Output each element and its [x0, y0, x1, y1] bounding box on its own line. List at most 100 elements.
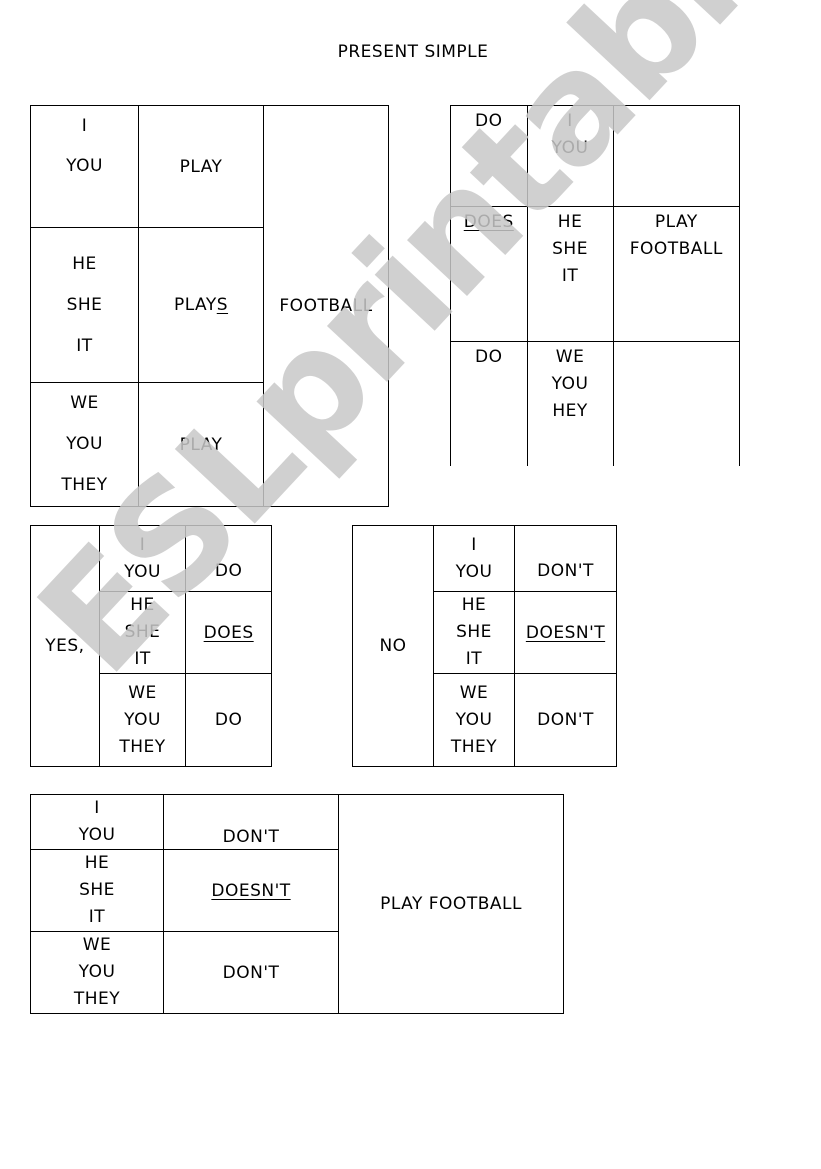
subject: HE [130, 595, 155, 615]
subject: THEY [119, 736, 166, 757]
aux-cell: DO [185, 525, 272, 592]
answer: NO [379, 636, 407, 656]
aux-cell: DON'T [163, 931, 339, 1014]
subject: HE [461, 595, 487, 615]
aux-cell: DO [450, 341, 528, 466]
aux-cell: DOESN'T [514, 591, 617, 674]
rest-cell: PLAY FOOTBALL [338, 794, 564, 1014]
subject: WE [82, 935, 112, 955]
question-table: DO I YOU DOES HE SHE IT PLAY FOOTBALL DO… [450, 105, 741, 466]
subjects-cell: HE SHE IT [433, 591, 515, 674]
verb-cell: PLAY [138, 382, 264, 507]
aux: DO [214, 561, 243, 581]
aux-cell: DOESN'T [163, 849, 339, 932]
aux-cell: DON'T [514, 673, 617, 767]
subjects-cell: I YOU [30, 105, 139, 228]
subjects-cell: WE YOU THEY [433, 673, 515, 767]
subject: I [471, 534, 477, 555]
subject: YOU [66, 156, 103, 176]
verb: PLAY [179, 434, 223, 455]
subjects-cell: HE SHE IT [98, 591, 187, 674]
subjects-cell: WE YOU HEY [526, 341, 614, 466]
aux-cell: DON'T [514, 525, 617, 592]
answer-cell: YES, [30, 525, 100, 767]
subjects-cell: HE SHE IT [30, 227, 139, 383]
aux: DOESN'T [525, 622, 606, 643]
aux: DOES [463, 212, 514, 232]
subject: HE [557, 212, 583, 232]
aux-cell: DO [450, 105, 528, 207]
subjects-cell: I YOU [433, 525, 515, 592]
verb: PLAY [179, 156, 223, 177]
aux: DOESN'T [211, 880, 291, 901]
subjects-cell: WE YOU THEY [30, 931, 164, 1014]
page-title: PRESENT SIMPLE [337, 42, 489, 62]
subjects-cell: I YOU [526, 105, 614, 207]
short-answer-yes-table: YES, I YOU DO HE SHE IT DOES WE YOU THEY… [30, 525, 272, 767]
subject: THEY [61, 475, 108, 495]
subjects-cell: I YOU [30, 794, 164, 850]
subject: SHE [79, 880, 115, 900]
subject: YOU [78, 962, 116, 982]
negative-table: I YOU DON'T PLAY FOOTBALL HE SHE IT DOES… [30, 794, 564, 1014]
subject: I [567, 111, 573, 131]
object-cell: FOOTBALL [263, 105, 389, 507]
subject: IT [88, 907, 106, 927]
subject: WE [70, 393, 99, 413]
subject: WE [459, 682, 489, 703]
verb-suffix: S [216, 295, 229, 315]
subject: SHE [124, 622, 161, 642]
subjects-cell: I YOU [98, 525, 187, 592]
aux: DO [475, 347, 503, 367]
affirmative-table: I YOU PLAY FOOTBALL HE SHE IT PLAYS WE Y… [30, 105, 389, 507]
aux: DOES [203, 622, 254, 643]
subject: IT [561, 266, 579, 286]
subjects-cell: HE SHE IT [526, 206, 614, 342]
rest-cell: PLAY FOOTBALL [612, 206, 741, 342]
object: FOOTBALL [279, 296, 373, 316]
rest-text: FOOTBALL [629, 239, 723, 259]
subject: SHE [66, 294, 103, 315]
aux: DO [214, 710, 243, 730]
subject: THEY [450, 736, 498, 757]
aux-cell: DOES [450, 206, 528, 342]
subject: IT [134, 649, 151, 669]
verb-cell: PLAYS [138, 227, 264, 383]
subjects-cell: WE YOU THEY [30, 382, 139, 507]
subject: I [139, 534, 146, 555]
subject: I [81, 116, 88, 136]
subject: YOU [66, 434, 103, 454]
subject: YOU [455, 561, 493, 582]
subject: IT [465, 649, 483, 669]
verb: PLAY [173, 295, 217, 315]
subject: THEY [73, 989, 121, 1009]
rest-cell [612, 105, 741, 207]
aux-cell: DON'T [163, 794, 339, 850]
subject: SHE [456, 622, 492, 642]
subject: HEY [552, 401, 588, 421]
aux-cell: DOES [185, 591, 272, 674]
aux: DON'T [537, 561, 594, 581]
subject: WE [555, 347, 585, 367]
subject: YOU [124, 709, 161, 730]
aux: DO [475, 111, 503, 131]
subject: SHE [552, 239, 588, 259]
aux: DON'T [222, 827, 280, 847]
rest-text: PLAY [654, 212, 698, 232]
subject: WE [128, 682, 157, 703]
subject: YOU [455, 709, 493, 730]
rest-cell [612, 341, 741, 466]
aux: DON'T [537, 710, 594, 730]
subject: HE [84, 853, 110, 873]
subject: IT [76, 335, 93, 356]
subject: YOU [78, 825, 116, 845]
answer: YES, [45, 636, 85, 656]
subject: HE [72, 253, 97, 274]
aux-cell: DO [185, 673, 272, 767]
verb-cell: PLAY [138, 105, 264, 228]
subjects-cell: WE YOU THEY [98, 673, 187, 767]
rest-text: PLAY FOOTBALL [380, 894, 522, 914]
subject: YOU [551, 138, 589, 158]
aux: DON'T [222, 962, 280, 983]
subject: I [94, 798, 100, 818]
